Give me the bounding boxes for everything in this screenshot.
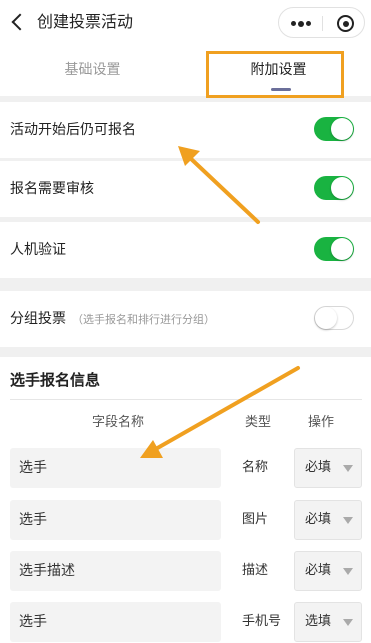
section-divider <box>10 399 362 400</box>
field-op-select[interactable]: 必填 <box>294 500 362 540</box>
navigation-bar: 创建投票活动 <box>0 0 371 44</box>
setting-label-text: 分组投票 <box>10 311 66 327</box>
caret-down-icon <box>343 619 353 626</box>
target-circle-icon[interactable] <box>337 15 354 32</box>
setting-label: 报名需要审核 <box>10 181 94 197</box>
field-name-input[interactable]: 选手 <box>10 602 221 642</box>
field-op-select[interactable]: 必填 <box>294 448 362 488</box>
page-title: 创建投票活动 <box>37 12 134 31</box>
field-op-value: 必填 <box>305 460 332 475</box>
toggle-signup-review[interactable] <box>314 176 354 200</box>
field-type: 名称 <box>242 460 269 475</box>
field-type: 描述 <box>242 563 269 578</box>
toggle-signup-after-start[interactable] <box>314 117 354 141</box>
field-op-value: 选填 <box>305 614 332 629</box>
field-name-input[interactable]: 选手 <box>10 448 221 488</box>
setting-label: 分组投票 （选手报名和排行进行分组） <box>10 309 215 330</box>
caret-down-icon <box>343 517 353 524</box>
field-name-input[interactable]: 选手 <box>10 500 221 540</box>
caret-down-icon <box>343 465 353 472</box>
tab-basic-settings[interactable]: 基础设置 <box>0 44 185 96</box>
setting-label: 活动开始后仍可报名 <box>10 122 136 138</box>
player-info-section: 选手报名信息 字段名称 类型 操作 选手 名称 必填 选手 图片 必填 选手描述… <box>0 357 371 643</box>
toggle-captcha[interactable] <box>314 237 354 261</box>
setting-hint: （选手报名和排行进行分组） <box>72 313 215 326</box>
section-title: 选手报名信息 <box>10 371 101 389</box>
mini-program-capsule <box>278 7 365 38</box>
field-op-value: 必填 <box>305 563 332 578</box>
setting-row-group-voting: 分组投票 （选手报名和排行进行分组） <box>0 291 371 347</box>
field-op-select[interactable]: 必填 <box>294 551 362 591</box>
setting-label: 人机验证 <box>10 242 66 258</box>
field-op-value: 必填 <box>305 512 332 527</box>
more-dots-icon[interactable] <box>291 20 311 27</box>
setting-row-captcha: 人机验证 <box>0 222 371 278</box>
highlight-box <box>206 51 344 98</box>
column-header-op: 操作 <box>308 415 335 430</box>
toggle-group-voting[interactable] <box>314 306 354 330</box>
column-header-name: 字段名称 <box>92 415 145 430</box>
field-type: 手机号 <box>242 614 282 629</box>
field-type: 图片 <box>242 512 269 527</box>
setting-row-signup-review: 报名需要审核 <box>0 161 371 217</box>
capsule-divider <box>322 16 323 31</box>
field-op-select[interactable]: 选填 <box>294 602 362 642</box>
chevron-left-icon[interactable] <box>10 13 28 31</box>
caret-down-icon <box>343 568 353 575</box>
column-header-type: 类型 <box>245 415 272 430</box>
setting-row-signup-after-start: 活动开始后仍可报名 <box>0 102 371 158</box>
field-name-input[interactable]: 选手描述 <box>10 551 221 591</box>
